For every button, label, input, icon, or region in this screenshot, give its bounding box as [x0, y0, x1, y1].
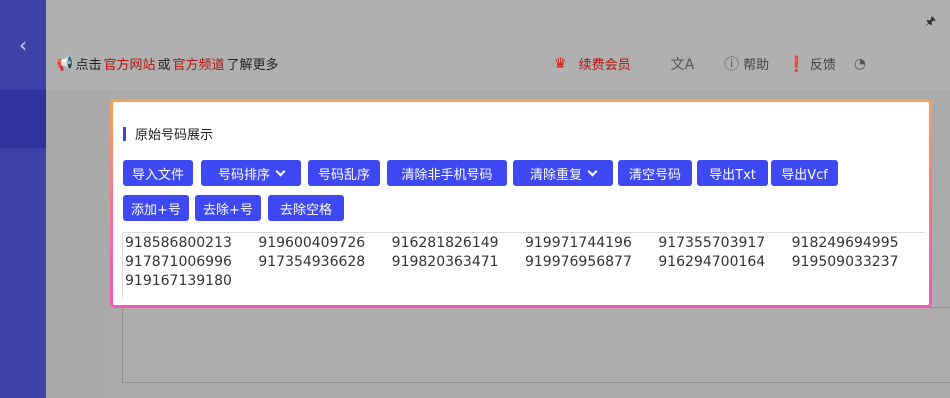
feedback-label: 反馈 — [809, 58, 836, 73]
row1-button-1[interactable]: 号码排序 — [201, 160, 301, 186]
button-label: 号码乱序 — [317, 167, 370, 183]
notice-middle: 或 — [157, 58, 171, 73]
official-channel-link[interactable]: 官方频道 — [172, 54, 224, 73]
crown-icon: ♛ — [554, 55, 567, 72]
numbers-display[interactable]: 918586800213 919600409726 916281826149 9199… — [122, 232, 925, 298]
number-row: 919167139180 — [123, 272, 925, 291]
row1-button-2[interactable]: 号码乱序 — [308, 160, 380, 186]
card-title: 原始号码展示 — [123, 124, 213, 143]
header: 🖈 — [46, 0, 950, 90]
sidebar-active-item[interactable] — [0, 90, 46, 148]
notice-prefix: 点击 — [75, 58, 102, 73]
row1-button-0[interactable]: 导入文件 — [123, 160, 193, 186]
button-label: 清除重复 — [529, 167, 582, 183]
button-label: 导入文件 — [131, 167, 184, 183]
notice-banner: 📢 点击 官方网站 或 官方频道 了解更多 — [56, 54, 279, 74]
feedback-button[interactable]: ❗ 反馈 — [787, 54, 836, 74]
phone-number: 916294700164 — [658, 254, 766, 270]
phone-number: 917354936628 — [258, 254, 366, 270]
official-site-link[interactable]: 官方网站 — [103, 54, 155, 73]
numbers-rows: 918586800213 919600409726 916281826149 9199… — [123, 233, 925, 291]
phone-number: 919600409726 — [258, 235, 366, 251]
number-row: 917871006996 917354936628 919820363471 9199… — [123, 253, 925, 272]
button-label: 去除+号 — [203, 202, 253, 218]
help-button[interactable]: ⓘ 帮助 — [724, 53, 769, 74]
row1-button-5[interactable]: 清空号码 — [618, 160, 692, 186]
phone-number: 918586800213 — [125, 235, 232, 251]
row1-button-7[interactable]: 导出Vcf — [771, 160, 838, 186]
row1-button-6[interactable]: 导出Txt — [697, 160, 768, 186]
phone-number: 919509033237 — [791, 254, 899, 270]
phone-number: 918249694995 — [791, 235, 899, 251]
help-label: 帮助 — [743, 58, 770, 73]
button-label: 号码排序 — [217, 167, 270, 183]
row2-button-0[interactable]: 添加+号 — [123, 195, 189, 221]
phone-number: 917871006996 — [125, 254, 232, 270]
number-row: 918586800213 919600409726 916281826149 9199… — [123, 234, 925, 253]
header-actions: ♛ 续费会员 文A ⓘ 帮助 ❗ 反馈 ◔ — [554, 53, 866, 74]
button-label: 导出Vcf — [781, 167, 828, 183]
phone-number: 916281826149 — [391, 235, 499, 251]
headphone-icon[interactable]: ◔ — [854, 56, 866, 72]
button-label: 清除非手机号码 — [401, 167, 493, 183]
feedback-icon: ❗ — [787, 54, 806, 73]
back-button[interactable]: ‹ — [0, 0, 46, 90]
card-title-text: 原始号码展示 — [135, 128, 214, 143]
button-label: 清空号码 — [628, 167, 681, 183]
phone-number: 919971744196 — [524, 235, 632, 251]
help-icon: ⓘ — [724, 55, 740, 73]
original-numbers-card: 原始号码展示 918586800213 919600409726 916281826… — [110, 99, 932, 308]
chevron-down-icon — [587, 166, 598, 176]
row1-button-3[interactable]: 清除非手机号码 — [387, 160, 507, 186]
sidebar: ‹ — [0, 0, 46, 398]
megaphone-icon: 📢 — [56, 55, 74, 72]
phone-number: 917355703917 — [658, 235, 766, 251]
background-textarea — [122, 307, 950, 383]
pin-icon[interactable]: 🖈 — [925, 12, 936, 33]
phone-number: 919820363471 — [391, 254, 499, 270]
button-label: 添加+号 — [131, 202, 181, 218]
notice-suffix: 了解更多 — [226, 58, 279, 73]
button-label: 去除空格 — [279, 202, 332, 218]
chevron-down-icon — [275, 166, 286, 176]
row2-button-1[interactable]: 去除+号 — [195, 195, 261, 221]
row1-button-4[interactable]: 清除重复 — [513, 160, 613, 186]
renew-vip-link[interactable]: 续费会员 — [579, 54, 631, 73]
translate-icon[interactable]: 文A — [671, 54, 695, 74]
phone-number: 919976956877 — [524, 254, 632, 270]
phone-number: 919167139180 — [125, 273, 232, 289]
row2-button-2[interactable]: 去除空格 — [268, 195, 344, 221]
chevron-left-icon: ‹ — [19, 33, 27, 57]
button-label: 导出Txt — [709, 167, 756, 183]
title-accent-bar — [123, 126, 126, 141]
